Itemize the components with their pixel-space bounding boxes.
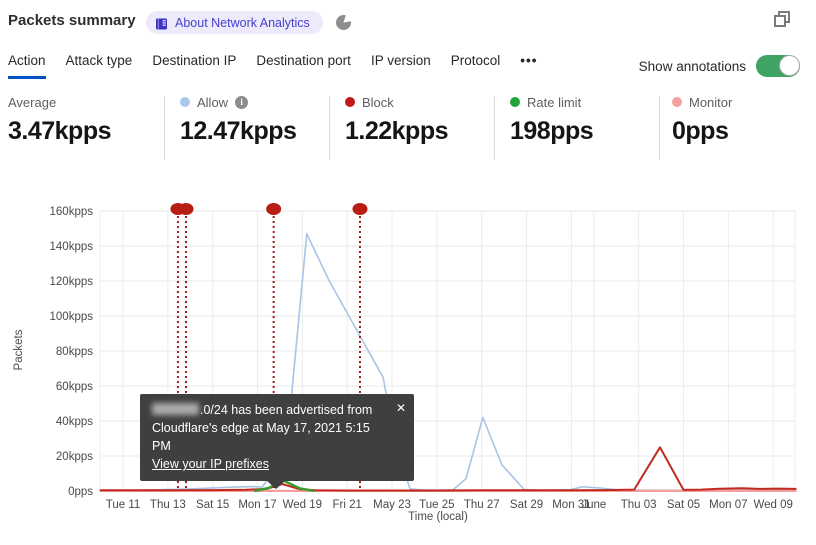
stat-block: Block 1.22kpps xyxy=(345,94,449,146)
more-tabs-button[interactable]: ••• xyxy=(520,53,537,76)
view-ip-prefixes-link[interactable]: View your IP prefixes xyxy=(152,457,269,471)
stat-label: Block xyxy=(362,94,394,110)
y-tick-label: 40kpps xyxy=(56,416,93,428)
tab-destination-port[interactable]: Destination port xyxy=(256,53,351,76)
monitor-dot xyxy=(672,97,682,107)
stat-value: 198pps xyxy=(510,117,594,145)
show-annotations-label: Show annotations xyxy=(638,58,746,74)
x-axis-title: Time (local) xyxy=(408,511,468,523)
stat-average: Average 3.47kpps xyxy=(8,94,112,146)
annotation-dot[interactable] xyxy=(352,203,368,215)
x-tick-label: Tue 25 xyxy=(419,499,454,511)
divider xyxy=(494,96,495,160)
tab-destination-ip[interactable]: Destination IP xyxy=(152,53,236,76)
stat-rate-limit: Rate limit 198pps xyxy=(510,94,594,146)
tooltip-line2: Cloudflare's edge at May 17, 2021 5:15 P… xyxy=(152,421,370,453)
x-tick-label: Thu 13 xyxy=(150,499,186,511)
x-tick-label: Thu 03 xyxy=(621,499,657,511)
x-tick-label: Wed 19 xyxy=(283,499,322,511)
toggle-knob xyxy=(779,55,800,76)
rate-limit-dot xyxy=(510,97,520,107)
stat-value: 12.47kpps xyxy=(180,117,297,145)
stat-value: 0pps xyxy=(672,117,729,145)
tab-protocol[interactable]: Protocol xyxy=(451,53,501,76)
front-square xyxy=(774,15,786,27)
close-icon[interactable]: ✕ xyxy=(396,399,406,417)
x-tick-label: Wed 09 xyxy=(753,499,792,511)
stat-value: 3.47kpps xyxy=(8,117,112,145)
y-tick-label: 100kpps xyxy=(50,311,94,323)
stat-monitor: Monitor 0pps xyxy=(672,94,732,146)
stat-label: Allow xyxy=(197,94,229,110)
tooltip-caret xyxy=(266,480,286,489)
packets-summary-panel: Packets summary About Network Analytics … xyxy=(0,0,816,545)
y-tick-label: 60kpps xyxy=(56,381,93,393)
x-tick-label: Sat 15 xyxy=(196,499,229,511)
annotation-tooltip: ✕ .0/24 has been advertised from Cloudfl… xyxy=(140,394,414,489)
x-tick-label: Sat 29 xyxy=(510,499,543,511)
tooltip-line1: .0/24 has been advertised from xyxy=(200,403,373,417)
stat-label: Rate limit xyxy=(527,94,582,110)
open-in-window-icon[interactable] xyxy=(774,11,790,27)
pie-progress-icon[interactable] xyxy=(336,15,351,30)
info-icon[interactable] xyxy=(235,95,249,109)
y-tick-label: 80kpps xyxy=(56,346,93,358)
stat-value: 1.22kpps xyxy=(345,117,449,145)
y-tick-label: 0pps xyxy=(68,486,93,498)
page-title: Packets summary xyxy=(8,12,136,29)
y-axis-title: Packets xyxy=(13,329,25,370)
dimension-tabs: Action Attack type Destination IP Destin… xyxy=(8,53,537,79)
y-tick-label: 140kpps xyxy=(50,241,94,253)
stat-allow: Allow 12.47kpps xyxy=(180,94,297,146)
stat-label: Monitor xyxy=(689,94,733,110)
tab-attack-type[interactable]: Attack type xyxy=(66,53,133,76)
badge-label: About Network Analytics xyxy=(175,15,310,30)
show-annotations-control: Show annotations xyxy=(639,55,800,77)
y-tick-label: 160kpps xyxy=(50,206,94,218)
tab-ip-version[interactable]: IP version xyxy=(371,53,431,76)
x-tick-label: June xyxy=(581,499,606,511)
book-icon xyxy=(155,17,168,29)
redacted-ip-prefix xyxy=(152,403,199,415)
divider xyxy=(659,96,660,160)
x-tick-label: Mon 17 xyxy=(238,499,276,511)
x-tick-label: Tue 11 xyxy=(106,499,141,511)
packets-time-series-chart[interactable]: 0pps 20kpps 40kpps 60kpps 80kpps 100kpps 120kp… xyxy=(0,190,816,545)
x-tick-label: May 23 xyxy=(373,499,411,511)
stat-label: Average xyxy=(8,94,57,110)
x-tick-label: Thu 27 xyxy=(464,499,500,511)
x-tick-label: Sat 05 xyxy=(667,499,700,511)
about-network-analytics-badge[interactable]: About Network Analytics xyxy=(146,11,323,34)
block-dot xyxy=(345,97,355,107)
annotations-toggle[interactable] xyxy=(756,55,800,77)
x-tick-label: Mon 07 xyxy=(709,499,747,511)
annotation-dot[interactable] xyxy=(266,203,282,215)
annotation-dot[interactable] xyxy=(178,203,194,215)
y-tick-label: 120kpps xyxy=(50,276,94,288)
allow-dot xyxy=(180,97,190,107)
tab-action[interactable]: Action xyxy=(8,53,46,79)
divider xyxy=(164,96,165,160)
x-tick-label: Fri 21 xyxy=(332,499,361,511)
y-tick-label: 20kpps xyxy=(56,451,93,463)
divider xyxy=(329,96,330,160)
